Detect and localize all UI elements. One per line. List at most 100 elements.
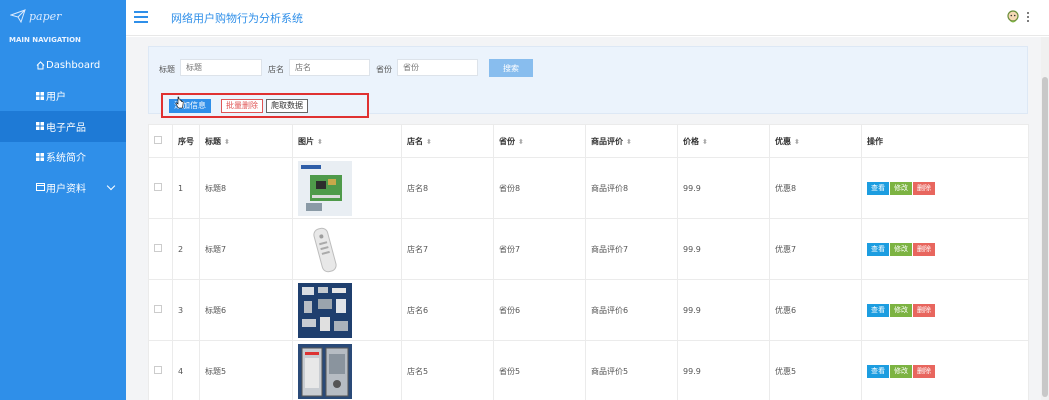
shop-filter-label: 店名 <box>268 65 284 74</box>
sidebar-item-users[interactable]: 用户 <box>0 81 126 112</box>
row-checkbox-cell <box>148 340 173 400</box>
title-cell: 标题5 <box>199 340 293 400</box>
nav-header: MAIN NAVIGATION <box>9 36 81 44</box>
sidebar-item-system-intro[interactable]: 系统简介 <box>0 142 126 173</box>
column-header-index: 序号 <box>172 124 200 158</box>
sort-icon[interactable]: ⬍ <box>626 138 632 146</box>
sidebar-item-label: Dashboard <box>46 59 101 71</box>
scrollbar-thumb[interactable] <box>1042 77 1048 397</box>
column-header-label: 标题 <box>205 136 221 146</box>
row-checkbox-cell <box>148 157 173 219</box>
column-header-label: 图片 <box>298 136 314 146</box>
sort-icon[interactable]: ⬍ <box>794 138 800 146</box>
column-header-label: 省份 <box>499 136 515 146</box>
sidebar: paper MAIN NAVIGATION Dashboard 用户 电子产品 … <box>0 0 144 400</box>
chevron-down-icon[interactable] <box>106 181 116 191</box>
product-image[interactable] <box>298 221 352 277</box>
index-cell: 3 <box>172 279 200 341</box>
product-image[interactable] <box>298 282 352 338</box>
logo[interactable]: paper <box>0 0 126 32</box>
price-cell: 99.9 <box>677 279 770 341</box>
column-header-label: 操作 <box>867 136 883 146</box>
column-header-label: 店名 <box>407 136 423 146</box>
select-all-checkbox[interactable] <box>154 136 162 144</box>
sidebar-item-dashboard[interactable]: Dashboard <box>0 50 126 81</box>
image-cell <box>292 340 402 400</box>
column-header-discount[interactable]: 优惠 ⬍ <box>769 124 862 158</box>
search-filter-panel: 标题 店名 省份 搜索 添加信息 批量删除 爬取数据 <box>148 46 1028 118</box>
scrollbar[interactable] <box>1041 37 1049 400</box>
sidebar-item-electronics[interactable]: 电子产品 <box>0 111 144 142</box>
shop-cell: 店名6 <box>401 279 494 341</box>
column-header-title[interactable]: 标题 ⬍ <box>199 124 293 158</box>
select-all-cell <box>148 124 173 158</box>
delete-button[interactable]: 删除 <box>913 242 935 256</box>
product-table: 序号 标题 ⬍ 图片 ⬍ 店名 ⬍ 省份 ⬍ 商品评价 ⬍ 价格 ⬍ 优惠 ⬍ 操作 1 标题… <box>148 124 1029 400</box>
row-checkbox[interactable] <box>154 305 162 313</box>
delete-button[interactable]: 删除 <box>913 181 935 195</box>
row-checkbox[interactable] <box>154 183 162 191</box>
sort-icon[interactable]: ⬍ <box>426 138 432 146</box>
mouse-cursor-icon <box>175 96 184 109</box>
more-options-icon[interactable] <box>1027 12 1030 22</box>
delete-button[interactable]: 删除 <box>913 303 935 317</box>
actions-cell: 查看 修改 删除 <box>861 218 1029 280</box>
discount-cell: 优惠5 <box>769 340 862 400</box>
actions-cell: 查看 修改 删除 <box>861 279 1029 341</box>
table-row: 4 标题5 店名5 省份5 商品评价5 99.9 优惠5 查看 修改 删除 <box>148 340 1029 400</box>
column-header-label: 优惠 <box>775 136 791 146</box>
column-header-review[interactable]: 商品评价 ⬍ <box>585 124 678 158</box>
table-row: 1 标题8 店名8 省份8 商品评价8 99.9 优惠8 查看 修改 删除 <box>148 157 1029 219</box>
grid-icon <box>35 121 45 131</box>
column-header-province[interactable]: 省份 ⬍ <box>493 124 586 158</box>
row-checkbox[interactable] <box>154 366 162 374</box>
column-header-price[interactable]: 价格 ⬍ <box>677 124 770 158</box>
view-button[interactable]: 查看 <box>867 181 889 195</box>
column-header-shop[interactable]: 店名 ⬍ <box>401 124 494 158</box>
province-filter-label: 省份 <box>376 65 392 74</box>
discount-cell: 优惠6 <box>769 279 862 341</box>
edit-button[interactable]: 修改 <box>890 242 912 256</box>
sort-icon[interactable]: ⬍ <box>702 138 708 146</box>
hamburger-menu-icon[interactable] <box>134 11 148 23</box>
actions-cell: 查看 修改 删除 <box>861 340 1029 400</box>
sort-icon[interactable]: ⬍ <box>317 138 323 146</box>
shop-filter-input[interactable] <box>289 59 370 76</box>
image-cell <box>292 218 402 280</box>
column-header-image[interactable]: 图片 ⬍ <box>292 124 402 158</box>
view-button[interactable]: 查看 <box>867 364 889 378</box>
column-header-label: 商品评价 <box>591 136 623 146</box>
sort-icon[interactable]: ⬍ <box>518 138 524 146</box>
title-cell: 标题6 <box>199 279 293 341</box>
shop-cell: 店名7 <box>401 218 494 280</box>
title-cell: 标题8 <box>199 157 293 219</box>
column-header-actions: 操作 <box>861 124 1029 158</box>
review-cell: 商品评价5 <box>585 340 678 400</box>
sidebar-item-user-profile[interactable]: 用户资料 <box>0 172 126 203</box>
edit-button[interactable]: 修改 <box>890 364 912 378</box>
product-image[interactable] <box>298 343 352 399</box>
province-filter-input[interactable] <box>397 59 478 76</box>
row-checkbox[interactable] <box>154 244 162 252</box>
crawl-data-button[interactable]: 爬取数据 <box>266 99 308 113</box>
product-image[interactable] <box>298 160 352 216</box>
title-filter-input[interactable] <box>180 59 262 76</box>
review-cell: 商品评价6 <box>585 279 678 341</box>
batch-delete-button[interactable]: 批量删除 <box>221 99 263 113</box>
discount-cell: 优惠7 <box>769 218 862 280</box>
edit-button[interactable]: 修改 <box>890 181 912 195</box>
sidebar-item-label: 电子产品 <box>46 122 86 134</box>
app-title: 网络用户购物行为分析系统 <box>171 12 303 25</box>
search-button[interactable]: 搜索 <box>489 59 533 77</box>
edit-button[interactable]: 修改 <box>890 303 912 317</box>
province-cell: 省份6 <box>493 279 586 341</box>
sort-icon[interactable]: ⬍ <box>224 138 230 146</box>
avatar[interactable] <box>1007 10 1019 24</box>
view-button[interactable]: 查看 <box>867 242 889 256</box>
shop-cell: 店名5 <box>401 340 494 400</box>
view-button[interactable]: 查看 <box>867 303 889 317</box>
delete-button[interactable]: 删除 <box>913 364 935 378</box>
review-cell: 商品评价7 <box>585 218 678 280</box>
main-content: 标题 店名 省份 搜索 添加信息 批量删除 爬取数据 序号 标题⬍ 图片⬍ 店名… <box>126 37 1049 400</box>
index-cell: 1 <box>172 157 200 219</box>
